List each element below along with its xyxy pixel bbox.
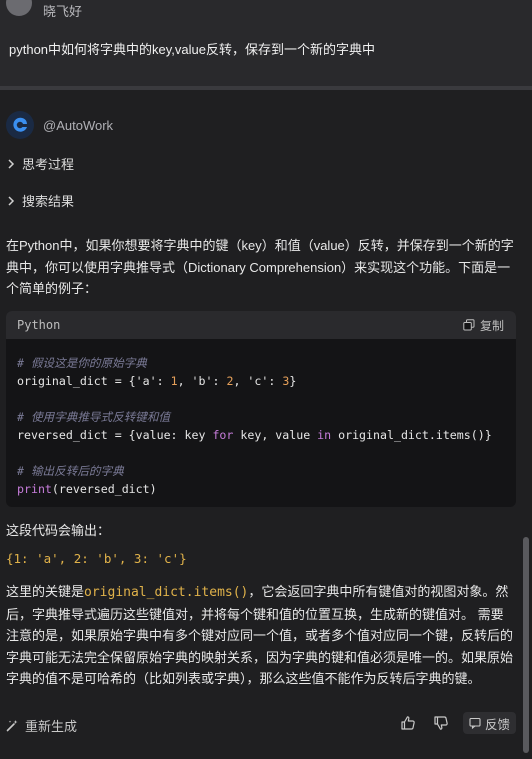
explain-prefix: 这里的关键是	[6, 584, 85, 599]
code-token: :	[268, 374, 283, 388]
magic-wand-icon	[6, 720, 18, 732]
chevron-right-icon	[8, 158, 15, 169]
code-token: ,	[233, 374, 248, 388]
thumbs-up-icon[interactable]	[400, 715, 416, 731]
copy-icon	[463, 319, 475, 331]
code-keyword: print	[17, 482, 52, 496]
answer-intro: 在Python中，如果你想要将字典中的键（key）和值（value）反转，并保存…	[6, 238, 514, 296]
code-token: original_dict = {	[17, 374, 136, 388]
code-comment: # 使用字典推导式反转键和值	[17, 410, 171, 424]
code-token: (reversed_dict)	[51, 482, 157, 496]
code-token: reversed_dict = {value: key	[17, 428, 213, 442]
explain-suffix: ，它会返回字典中所有键值对的视图对象。然后，字典推导式遍历这些键值对，并将每个键…	[6, 584, 514, 686]
copy-label: 复制	[479, 318, 504, 333]
code-keyword: in	[317, 428, 332, 442]
feedback-button[interactable]: 反馈	[463, 712, 516, 734]
code-token: :	[212, 374, 227, 388]
code-header: Python 复制	[6, 311, 516, 339]
code-keyword: for	[212, 428, 234, 442]
code-language: Python	[17, 318, 61, 332]
feedback-icon	[469, 717, 481, 729]
scrollbar[interactable]	[523, 537, 529, 753]
output-value: {1: 'a', 2: 'b', 3: 'c'}	[6, 551, 187, 566]
search-results-toggle[interactable]: 搜索结果	[6, 191, 74, 210]
copy-button[interactable]: 复制	[463, 317, 504, 334]
search-results-label: 搜索结果	[22, 194, 75, 209]
code-token: }	[289, 374, 297, 388]
code-token: :	[156, 374, 171, 388]
response-footer: 重新生成 反馈	[0, 708, 532, 740]
code-body: # 假设这是你的原始字典 original_dict = {'a': 1, 'b…	[6, 339, 516, 498]
user-question: python中如何将字典中的key,value反转，保存到一个新的字典中	[9, 42, 375, 57]
code-comment: # 假设这是你的原始字典	[17, 356, 147, 370]
code-token: key, value	[233, 428, 318, 442]
code-token: ,	[177, 374, 192, 388]
code-number: 1	[170, 374, 178, 388]
autowork-logo-icon	[6, 111, 34, 139]
inline-code: original_dict.items()	[84, 585, 249, 600]
answer-explanation: 这里的关键是original_dict.items()，它会返回字典中所有键值对…	[6, 581, 514, 690]
regenerate-label: 重新生成	[25, 719, 78, 734]
code-token: original_dict.items()}	[331, 428, 492, 442]
bot-name: @AutoWork	[43, 117, 114, 133]
code-string: 'b'	[191, 374, 213, 388]
code-string: 'a'	[135, 374, 157, 388]
regenerate-button[interactable]: 重新生成	[6, 716, 77, 735]
thumbs-down-icon[interactable]	[433, 715, 449, 731]
thinking-process-label: 思考过程	[22, 157, 75, 172]
feedback-label: 反馈	[484, 717, 510, 732]
bot-header: @AutoWork	[6, 111, 113, 139]
divider	[0, 86, 532, 90]
user-name: 晓飞好	[43, 4, 83, 19]
code-block: Python 复制 # 假设这是你的原始字典 original_dict = {…	[6, 311, 516, 507]
chevron-right-icon	[8, 195, 15, 206]
output-label: 这段代码会输出：	[6, 523, 111, 538]
code-comment: # 输出反转后的字典	[17, 464, 124, 478]
code-string: 'c'	[247, 374, 269, 388]
thinking-process-toggle[interactable]: 思考过程	[6, 154, 74, 173]
user-message-block: 晓飞好 python中如何将字典中的key,value反转，保存到一个新的字典中	[0, 0, 532, 86]
user-avatar	[6, 0, 32, 16]
